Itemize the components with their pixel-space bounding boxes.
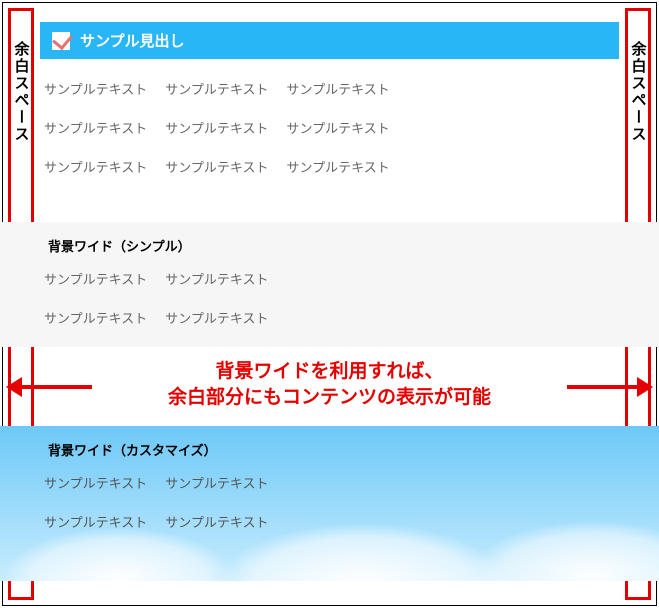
- sample-row: サンプルテキスト サンプルテキスト: [44, 502, 615, 541]
- sample-row: サンプルテキスト サンプルテキスト: [44, 259, 615, 298]
- arrow-right-icon: [567, 377, 653, 397]
- sample-text: サンプルテキスト: [44, 118, 147, 137]
- wide-simple-section: 背景ワイド（シンプル） サンプルテキスト サンプルテキスト サンプルテキスト サ…: [0, 222, 659, 347]
- header-title: サンプル見出し: [80, 30, 185, 51]
- callout-line1: 背景ワイドを利用すれば、: [215, 361, 443, 382]
- sample-text: サンプルテキスト: [44, 308, 147, 327]
- top-section: サンプルテキスト サンプルテキスト サンプルテキスト サンプルテキスト サンプル…: [40, 59, 619, 192]
- wide-custom-title: 背景ワイド（カスタマイズ）: [44, 432, 615, 463]
- sample-text: サンプルテキスト: [165, 79, 268, 98]
- sample-row: サンプルテキスト サンプルテキスト サンプルテキスト: [44, 108, 615, 147]
- content-column: サンプル見出し サンプルテキスト サンプルテキスト サンプルテキスト サンプルテ…: [40, 8, 619, 600]
- callout-text: 背景ワイドを利用すれば、 余白部分にもコンテンツの表示が可能: [44, 353, 615, 416]
- right-margin-label: 余白スペース: [628, 41, 649, 143]
- callout-line2: 余白部分にもコンテンツの表示が可能: [168, 387, 491, 408]
- sample-text: サンプルテキスト: [44, 157, 147, 176]
- sample-text: サンプルテキスト: [286, 79, 389, 98]
- sample-text: サンプルテキスト: [286, 157, 389, 176]
- sample-text: サンプルテキスト: [44, 269, 147, 288]
- left-margin-label: 余白スペース: [11, 41, 32, 143]
- sample-text: サンプルテキスト: [286, 118, 389, 137]
- sample-row: サンプルテキスト サンプルテキスト: [44, 298, 615, 337]
- sample-text: サンプルテキスト: [165, 473, 268, 492]
- arrow-left-icon: [6, 377, 92, 397]
- sample-text: サンプルテキスト: [165, 269, 268, 288]
- sample-text: サンプルテキスト: [165, 118, 268, 137]
- wide-simple-title: 背景ワイド（シンプル）: [44, 228, 615, 259]
- sample-text: サンプルテキスト: [165, 157, 268, 176]
- sample-row: サンプルテキスト サンプルテキスト サンプルテキスト: [44, 69, 615, 108]
- sample-row: サンプルテキスト サンプルテキスト サンプルテキスト: [44, 147, 615, 186]
- sample-text: サンプルテキスト: [44, 512, 147, 531]
- sample-text: サンプルテキスト: [165, 512, 268, 531]
- checkbox-icon: [52, 32, 70, 50]
- callout: 背景ワイドを利用すれば、 余白部分にもコンテンツの表示が可能: [0, 347, 659, 426]
- header-bar: サンプル見出し: [40, 22, 619, 59]
- sample-text: サンプルテキスト: [44, 79, 147, 98]
- sample-row: サンプルテキスト サンプルテキスト: [44, 463, 615, 502]
- wide-custom-section: 背景ワイド（カスタマイズ） サンプルテキスト サンプルテキスト サンプルテキスト…: [0, 426, 659, 581]
- sample-text: サンプルテキスト: [165, 308, 268, 327]
- sample-text: サンプルテキスト: [44, 473, 147, 492]
